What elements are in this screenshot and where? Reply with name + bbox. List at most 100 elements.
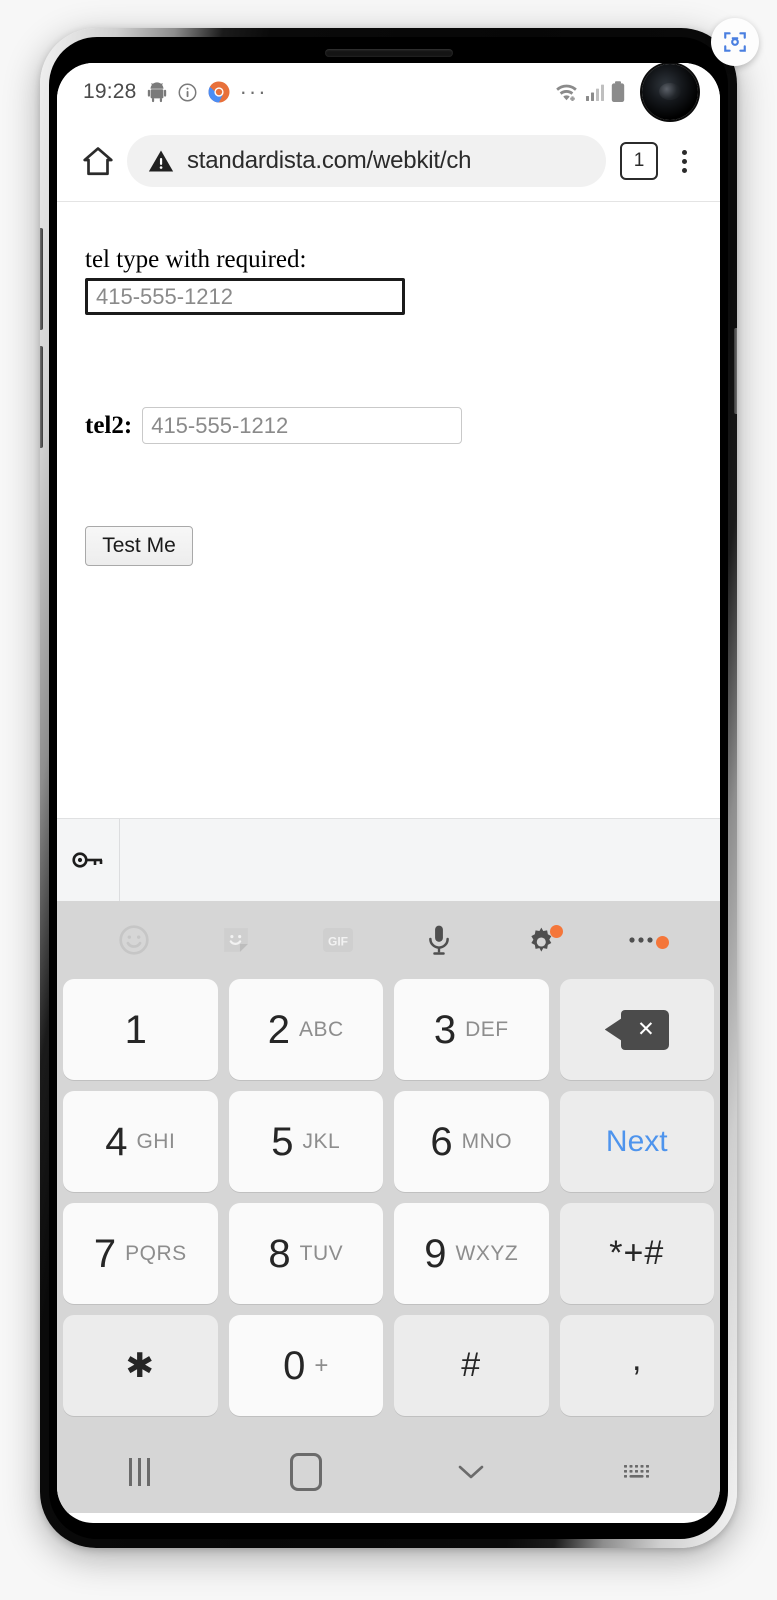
emoji-icon [119, 925, 149, 955]
system-navigation-bar [57, 1431, 720, 1513]
recents-bar [147, 1458, 151, 1486]
test-me-button[interactable]: Test Me [85, 526, 193, 566]
next-key[interactable]: Next [559, 1091, 714, 1192]
key-letters: MNO [461, 1129, 513, 1153]
recents-button[interactable] [57, 1458, 223, 1486]
tel2-input[interactable]: 415-555-1212 [142, 407, 463, 444]
status-bar-left: 19:28 ··· [83, 80, 268, 104]
front-camera-punch-hole [642, 64, 698, 120]
status-overflow-dots-icon: ··· [239, 79, 268, 104]
key-8[interactable]: 8 TUV [228, 1203, 383, 1304]
volume-down-button[interactable] [40, 346, 43, 448]
sticker-icon [223, 928, 248, 952]
voice-input-button[interactable] [388, 923, 490, 957]
home-icon [83, 147, 113, 176]
key-letters: ABC [299, 1017, 344, 1041]
screenshot-scan-button[interactable] [711, 18, 759, 66]
key-3[interactable]: 3 DEF [394, 979, 549, 1080]
key-6[interactable]: 6 MNO [394, 1091, 549, 1192]
key-digit: 8 [268, 1231, 291, 1276]
home-icon [289, 1453, 322, 1491]
browser-menu-button[interactable] [664, 141, 704, 181]
autofill-suggestion-bar [57, 818, 720, 901]
key-icon [72, 852, 103, 868]
hash-key[interactable]: # [394, 1315, 549, 1416]
backspace-key[interactable]: ✕ [559, 979, 714, 1080]
settings-badge-dot [550, 925, 564, 938]
home-button-nav[interactable] [223, 1453, 389, 1491]
tab-switcher-button[interactable]: 1 [620, 142, 658, 180]
keyboard-switch-icon [624, 1465, 650, 1478]
password-autofill-button[interactable] [57, 819, 120, 901]
key-0[interactable]: 0 + [228, 1315, 383, 1416]
key-plus: + [314, 1351, 329, 1379]
svg-text:GIF: GIF [328, 934, 348, 948]
power-button[interactable] [734, 328, 737, 414]
phone-bezel: 19:28 ··· standardista.com/webkit/ch 1 t… [49, 37, 728, 1539]
key-2[interactable]: 2 ABC [228, 979, 383, 1080]
symbols-key[interactable]: *+# [559, 1203, 714, 1304]
key-digit: 1 [124, 1007, 147, 1052]
url-bar[interactable]: standardista.com/webkit/ch [127, 135, 606, 187]
phone-screen: 19:28 ··· standardista.com/webkit/ch 1 t… [57, 63, 720, 1523]
key-5[interactable]: 5 JKL [228, 1091, 383, 1192]
key-9[interactable]: 9 WXYZ [394, 1203, 549, 1304]
keyboard-settings-button[interactable] [490, 923, 592, 957]
key-7[interactable]: 7 PQRS [63, 1203, 218, 1304]
recents-icon [126, 1458, 153, 1486]
key-4[interactable]: 4 GHI [63, 1091, 218, 1192]
keyboard-switch-button[interactable] [554, 1460, 720, 1484]
status-bar: 19:28 ··· [57, 63, 720, 121]
battery-icon [611, 81, 625, 102]
key-digit: 3 [433, 1007, 457, 1052]
tab-count-label: 1 [633, 150, 645, 171]
key-letters: PQRS [125, 1241, 187, 1265]
home-button[interactable] [75, 138, 121, 184]
key-letters: JKL [302, 1129, 341, 1153]
key-digit: 2 [267, 1007, 291, 1052]
warning-triangle-icon [148, 150, 174, 172]
hash-key-label: # [461, 1346, 482, 1384]
kebab-dot [681, 158, 687, 164]
comma-key[interactable]: , [559, 1315, 714, 1416]
keyboard-more-button[interactable] [592, 934, 694, 949]
symbols-key-label: *+# [609, 1234, 665, 1272]
gif-icon: GIF [322, 928, 353, 952]
key-digit: 7 [93, 1231, 117, 1276]
browser-toolbar: standardista.com/webkit/ch 1 [57, 121, 720, 202]
tel2-field-label: tel2: [85, 411, 133, 439]
hide-keyboard-button[interactable] [389, 1461, 555, 1483]
more-options-icon [629, 937, 653, 943]
status-bar-clock: 19:28 [83, 80, 137, 103]
sticker-button[interactable] [185, 923, 287, 957]
earpiece-speaker [324, 49, 453, 57]
volume-up-button[interactable] [40, 228, 43, 330]
info-circle-icon [178, 83, 197, 101]
recents-bar [138, 1458, 142, 1486]
next-key-label: Next [605, 1124, 668, 1158]
keypad-row: ✱ 0 + # , [63, 1315, 714, 1416]
kebab-dot [681, 167, 687, 173]
asterisk-key[interactable]: ✱ [63, 1315, 218, 1416]
backspace-x-glyph: ✕ [637, 1017, 655, 1041]
emoji-button[interactable] [83, 923, 185, 957]
recents-bar [129, 1458, 133, 1486]
microphone-icon [429, 925, 450, 955]
gif-button[interactable]: GIF [287, 925, 389, 955]
chrome-logo-icon [208, 81, 230, 103]
phone-device-frame: 19:28 ··· standardista.com/webkit/ch 1 t… [40, 28, 737, 1548]
key-letters: WXYZ [455, 1241, 519, 1265]
on-screen-keyboard: GIF 1 2 ABC 3 DEF ✕ 4 GHI 5 JKL 6 MNO Ne… [57, 901, 720, 1431]
tel-input[interactable]: 415-555-1212 [85, 278, 405, 315]
keypad-row: 7 PQRS 8 TUV 9 WXYZ *+# [63, 1203, 714, 1304]
key-letters: TUV [299, 1241, 344, 1265]
key-digit: 0 [283, 1343, 306, 1388]
hide-keyboard-icon [459, 1465, 484, 1479]
tel2-field-row: tel2: 415-555-1212 [85, 407, 720, 444]
tel-input-placeholder: 415-555-1212 [96, 283, 234, 309]
key-digit: 5 [271, 1119, 294, 1164]
key-1[interactable]: 1 [63, 979, 218, 1080]
keypad-row: 4 GHI 5 JKL 6 MNO Next [63, 1091, 714, 1192]
kebab-dot [681, 149, 687, 155]
test-me-label: Test Me [102, 534, 176, 557]
